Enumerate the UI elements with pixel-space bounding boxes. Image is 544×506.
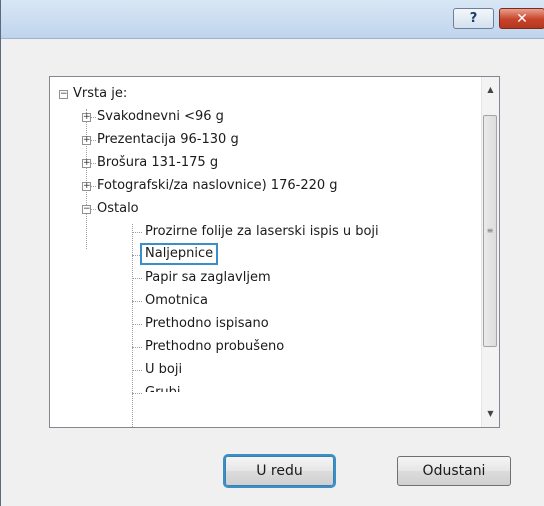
expand-toggle[interactable]: + [82, 113, 91, 122]
tree-connector [86, 109, 87, 249]
tree-connector [132, 278, 142, 279]
scroll-up-icon[interactable]: ▲ [482, 81, 499, 98]
tree-connector [132, 347, 142, 348]
tree-item-fotografski[interactable]: Fotografski/za naslovnice) 176-220 g [97, 175, 338, 197]
tree-item-grubi[interactable]: Grubi [145, 382, 181, 392]
help-button[interactable]: ? [453, 8, 494, 29]
tree-item-brosura[interactable]: Brošura 131-175 g [97, 152, 218, 174]
scroll-down-icon[interactable]: ▼ [482, 405, 499, 422]
expand-toggle[interactable]: + [82, 159, 91, 168]
tree-connector [132, 301, 142, 302]
tree-item-ostalo[interactable]: Ostalo [97, 198, 139, 220]
dialog-window: ? ✕ − Vrsta je: + Svakodnevni <96 g + Pr… [0, 0, 544, 506]
tree-item-u-boji[interactable]: U boji [145, 359, 182, 381]
close-button[interactable]: ✕ [499, 8, 544, 29]
tree-item-naljepnice[interactable]: Naljepnice [140, 243, 219, 265]
cancel-button[interactable]: Odustani [397, 456, 511, 486]
paper-type-tree[interactable]: − Vrsta je: + Svakodnevni <96 g + Prezen… [49, 76, 500, 428]
tree-item-prezentacija[interactable]: Prezentacija 96-130 g [97, 129, 239, 151]
ok-button[interactable]: U redu [225, 456, 334, 486]
selected-item-label: Naljepnice [140, 243, 219, 265]
help-icon: ? [469, 11, 478, 26]
tree-item-omotnica[interactable]: Omotnica [145, 290, 208, 312]
tree-connector [132, 232, 142, 233]
scroll-thumb[interactable]: ≡ [483, 115, 497, 347]
tree-item-papir-sa-zaglavljem[interactable]: Papir sa zaglavljem [145, 267, 271, 289]
vertical-scrollbar[interactable]: ▲ ≡ ▼ [481, 77, 499, 427]
title-bar[interactable]: ? ✕ [1, 0, 544, 39]
collapse-toggle[interactable]: − [82, 205, 91, 214]
expand-toggle[interactable]: + [82, 182, 91, 191]
tree-connector [132, 370, 142, 371]
tree-item-prethodno-ispisano[interactable]: Prethodno ispisano [145, 313, 269, 335]
tree-item-prethodno-probuseno[interactable]: Prethodno probušeno [145, 336, 284, 358]
tree-item-prozirne-folije[interactable]: Prozirne folije za laserski ispis u boji [145, 221, 379, 243]
expand-toggle[interactable]: + [82, 136, 91, 145]
tree-item-root[interactable]: Vrsta je: [73, 83, 127, 105]
collapse-toggle-root[interactable]: − [59, 90, 68, 99]
tree-item-svakodnevni[interactable]: Svakodnevni <96 g [97, 106, 224, 128]
tree-connector [132, 255, 140, 256]
grip-icon: ≡ [486, 226, 494, 235]
tree-connector [132, 393, 142, 394]
close-icon: ✕ [516, 10, 528, 27]
tree-connector [132, 324, 142, 325]
